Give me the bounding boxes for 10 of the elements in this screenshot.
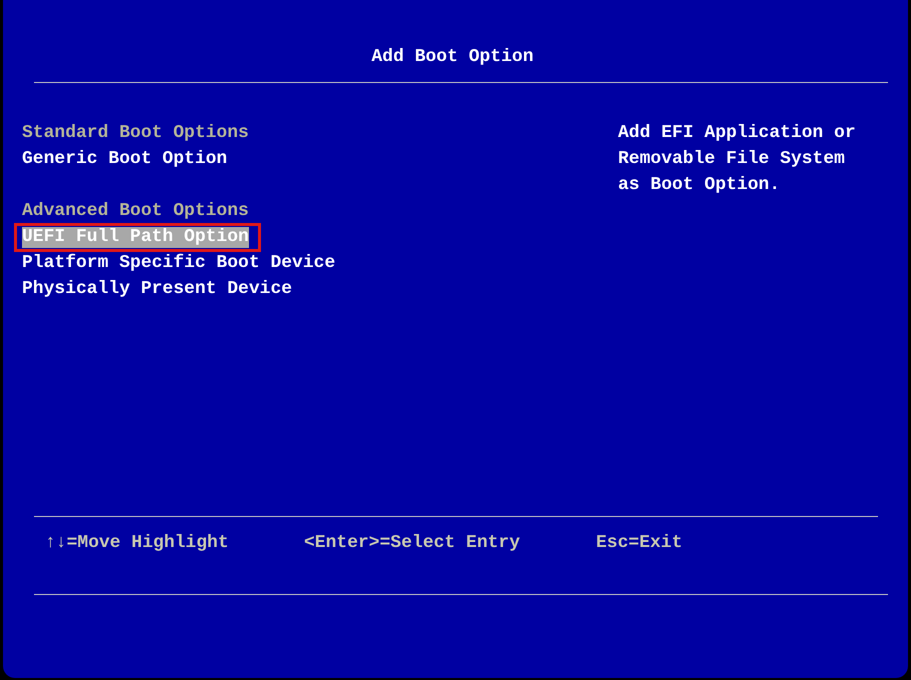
menu-option[interactable]: Generic Boot Option [22,148,228,170]
screen-title: Add Boot Option [370,46,535,69]
help-text: Add EFI Application or Removable File System as Boot Option. [618,122,857,197]
menu-option[interactable]: Platform Specific Boot Device [22,252,336,274]
section-heading: Advanced Boot Options [22,200,250,223]
key-hint: Esc=Exit [596,532,682,555]
section-heading: Standard Boot Options [22,122,250,145]
key-hint: ↑↓=Move Highlight [45,532,230,555]
key-hint: <Enter>=Select Entry [304,532,522,555]
menu-option[interactable]: Physically Present Device [22,278,292,300]
